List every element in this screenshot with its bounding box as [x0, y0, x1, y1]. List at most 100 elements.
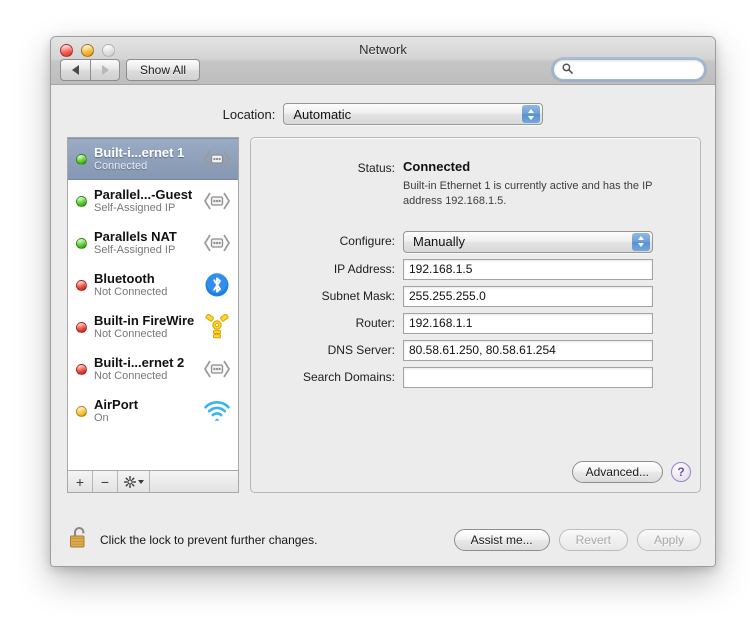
service-name: Built-in FireWire [94, 312, 195, 328]
configure-value: Manually [413, 234, 466, 250]
field-value-container [403, 258, 686, 280]
status-indicator-green [76, 195, 87, 207]
field-row: Subnet Mask: [251, 285, 686, 307]
service-text: Built-i...ernet 1 Connected [94, 145, 202, 173]
location-label: Location: [222, 106, 276, 122]
service-status: Not Connected [94, 286, 168, 299]
field-input[interactable] [403, 339, 653, 361]
field-label: Router: [355, 315, 395, 330]
service-detail-panel: Status: Connected Built-in Ethernet 1 is… [250, 137, 701, 493]
window-body: Location: Automatic Built-i...ernet 1 Con… [51, 85, 715, 566]
assist-me-button[interactable]: Assist me... [453, 529, 550, 551]
service-name: Built-i...ernet 1 [94, 144, 185, 160]
status-label: Status: [357, 161, 395, 175]
footer-buttons: Assist me... Revert Apply [453, 529, 701, 551]
service-status: On [94, 412, 109, 425]
configure-stepper-icon [632, 232, 650, 251]
lock-area: Click the lock to prevent further change… [69, 525, 317, 556]
services-toolbar: + − [67, 470, 239, 493]
forward-arrow-icon [101, 65, 109, 75]
chevron-down-icon [137, 479, 144, 484]
ethernet-icon [202, 186, 232, 216]
configure-popup-button[interactable]: Manually [403, 230, 653, 253]
location-row: Location: Automatic [51, 85, 715, 125]
service-name: Parallel...-Guest [94, 186, 193, 202]
service-list-item[interactable]: Parallel...-Guest Self-Assigned IP [68, 180, 238, 222]
ethernet-icon [202, 354, 232, 384]
configure-label: Configure: [339, 233, 395, 248]
service-list-item[interactable]: Built-i...ernet 2 Not Connected [68, 348, 238, 390]
service-list-item[interactable]: Parallels NAT Self-Assigned IP [68, 222, 238, 264]
search-input[interactable] [577, 62, 696, 77]
status-indicator-red [76, 321, 87, 333]
status-indicator-green [76, 153, 87, 165]
field-label: Subnet Mask: [321, 288, 395, 303]
service-status: Connected [94, 160, 148, 173]
field-value-container [403, 285, 686, 307]
unlocked-padlock-icon[interactable] [69, 525, 91, 556]
revert-button: Revert [558, 529, 628, 551]
status-indicator-red [76, 279, 87, 291]
forward-button [90, 59, 120, 81]
field-row: IP Address: [251, 258, 686, 280]
network-preferences-window: Network Show All Location: Automatic Bui… [50, 36, 716, 567]
service-list-item[interactable]: Built-i...ernet 1 Connected [68, 138, 238, 180]
main-columns: Built-i...ernet 1 Connected Parallel...-Gu… [51, 125, 715, 493]
remove-service-button[interactable]: − [93, 471, 118, 492]
location-stepper-icon [522, 105, 541, 123]
service-name: AirPort [94, 396, 139, 412]
service-status: Not Connected [94, 328, 168, 341]
field-label: DNS Server: [327, 342, 395, 357]
bluetooth-icon [202, 270, 232, 300]
navigation-buttons [60, 59, 120, 81]
service-status: Self-Assigned IP [94, 202, 176, 215]
field-input[interactable] [403, 366, 653, 388]
service-list-item[interactable]: Built-in FireWire Not Connected [68, 306, 238, 348]
lock-message: Click the lock to prevent further change… [100, 533, 318, 547]
window-toolbar: Show All [51, 59, 715, 85]
apply-button: Apply [636, 529, 701, 551]
location-popup-button[interactable]: Automatic [283, 103, 544, 125]
service-list-item[interactable]: AirPort On [68, 390, 238, 432]
show-all-button[interactable]: Show All [126, 59, 201, 81]
ethernet-icon [202, 144, 232, 174]
services-list[interactable]: Built-i...ernet 1 Connected Parallel...-Gu… [67, 137, 239, 470]
service-text: Built-in FireWire Not Connected [94, 313, 202, 341]
service-text: Parallel...-Guest Self-Assigned IP [94, 187, 202, 215]
field-label: IP Address: [333, 261, 395, 276]
field-value-container [403, 339, 686, 361]
status-block: Status: Connected Built-in Ethernet 1 is… [251, 138, 700, 209]
search-field[interactable] [553, 59, 705, 80]
field-input[interactable] [403, 285, 653, 307]
field-input[interactable] [403, 312, 653, 334]
service-action-button[interactable] [118, 471, 150, 492]
panel-actions: Advanced... ? [571, 461, 691, 483]
status-indicator-yellow [76, 405, 87, 417]
service-list-item[interactable]: Bluetooth Not Connected [68, 264, 238, 306]
field-input[interactable] [403, 258, 653, 280]
service-status: Not Connected [94, 370, 168, 383]
ethernet-icon [202, 228, 232, 258]
configure-row: Configure: Manually [251, 230, 686, 253]
field-row: Search Domains: [251, 366, 686, 388]
configuration-fields: Configure: Manually IP Address: Subnet Ma… [251, 215, 700, 388]
window-footer: Click the lock to prevent further change… [51, 513, 715, 566]
field-value-container [403, 312, 686, 334]
advanced-button[interactable]: Advanced... [571, 461, 663, 483]
status-indicator-green [76, 237, 87, 249]
status-description: Built-in Ethernet 1 is currently active … [403, 180, 653, 207]
help-button[interactable]: ? [671, 462, 691, 482]
add-service-button[interactable]: + [68, 471, 93, 492]
service-text: Parallels NAT Self-Assigned IP [94, 229, 202, 257]
service-text: AirPort On [94, 397, 202, 425]
field-row: DNS Server: [251, 339, 686, 361]
status-indicator-red [76, 363, 87, 375]
back-button[interactable] [60, 59, 90, 81]
service-text: Bluetooth Not Connected [94, 271, 202, 299]
field-label: Search Domains: [302, 369, 395, 384]
service-status: Self-Assigned IP [94, 244, 176, 257]
service-name: Parallels NAT [94, 228, 177, 244]
window-titlebar: Network Show All [51, 37, 715, 85]
status-value: Connected [403, 159, 471, 174]
search-container [553, 59, 705, 80]
